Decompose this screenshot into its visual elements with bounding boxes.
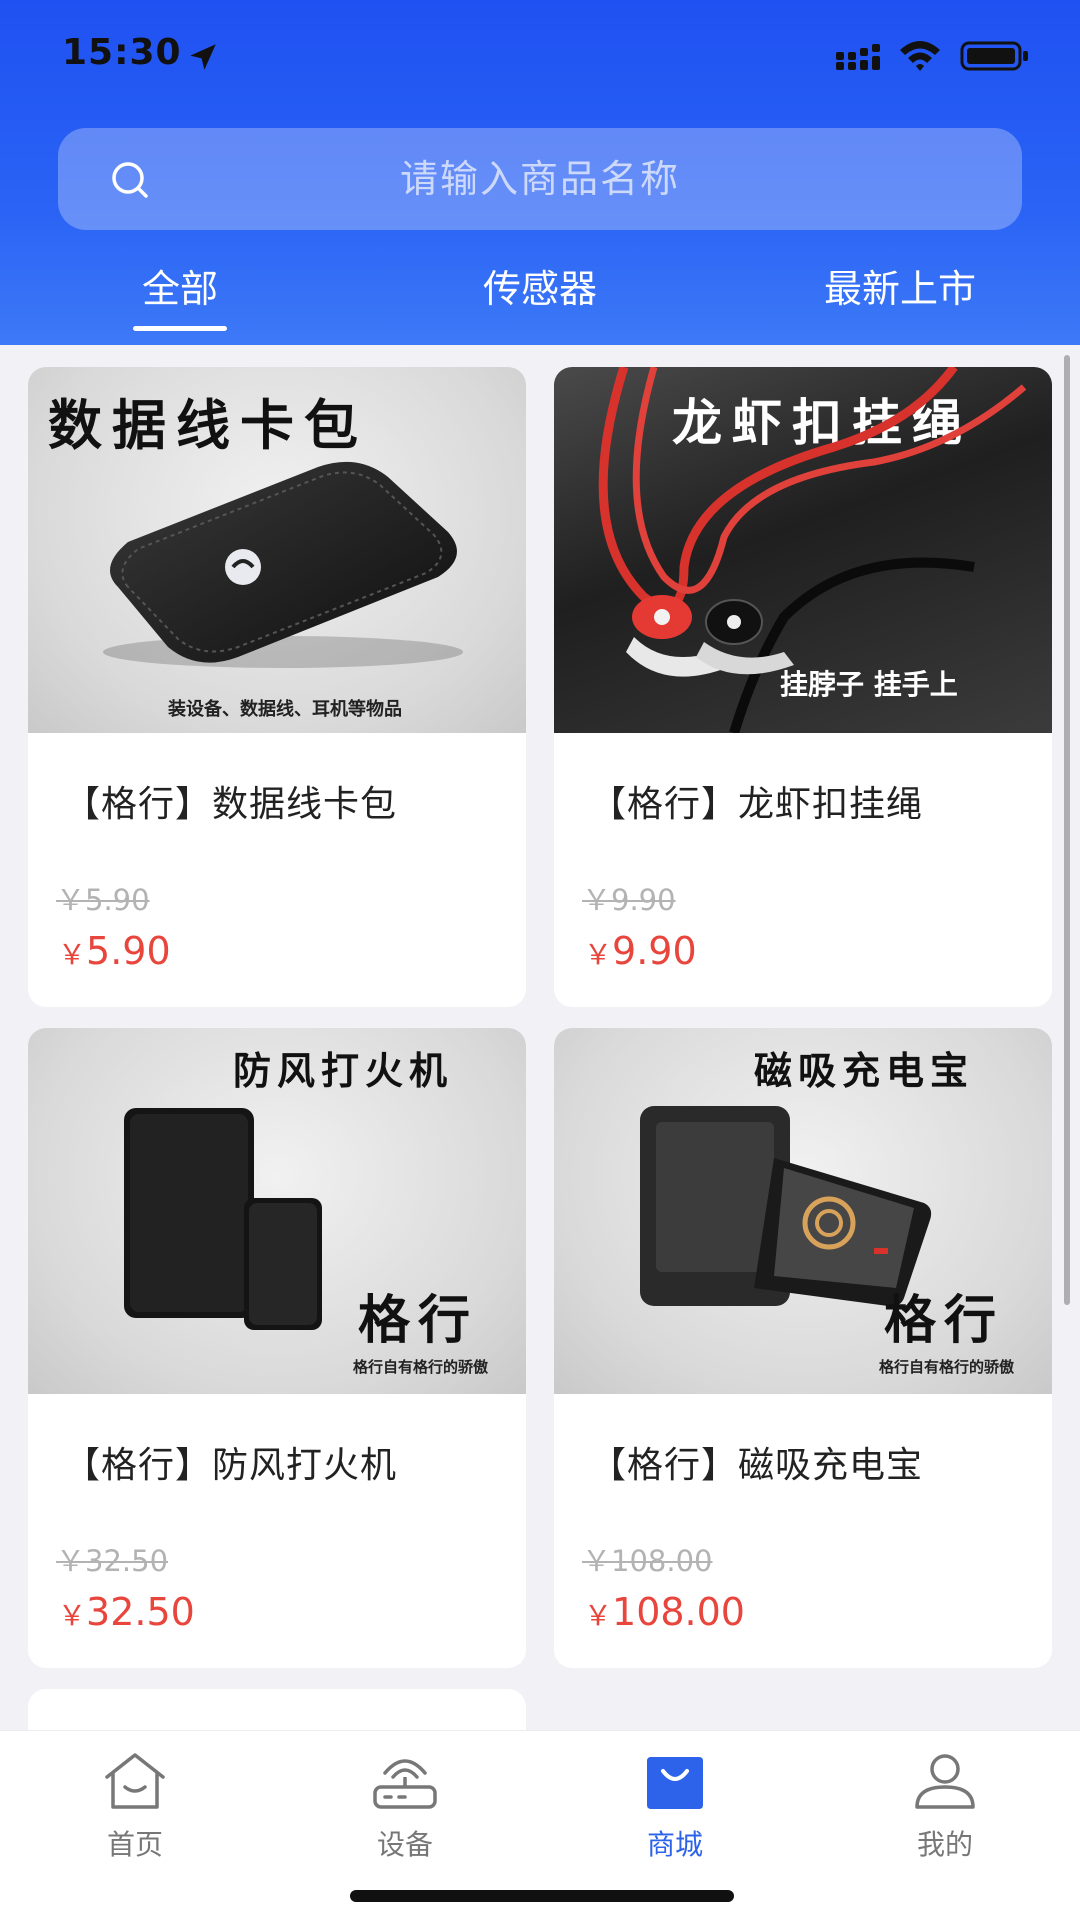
product-image-title: 磁吸充电宝: [754, 1048, 975, 1093]
nav-mall[interactable]: 商城: [600, 1731, 750, 1861]
product-image-caption: 装设备、数据线、耳机等物品: [168, 699, 402, 720]
current-price: ￥108.00: [584, 1590, 745, 1634]
nav-profile[interactable]: 我的: [870, 1731, 1020, 1861]
product-image: 龙虾扣挂绳 挂脖子 挂手上: [554, 367, 1052, 733]
original-price: ￥9.90: [582, 883, 676, 917]
status-time: 15:30: [62, 32, 182, 73]
user-icon: [915, 1754, 975, 1809]
product-grid: 数据线卡包 装设备、数据线、耳机等物品 【格行】数据线卡包 ￥5.90 ￥5.9…: [0, 345, 1080, 1730]
product-card[interactable]: 磁吸充电宝 格行 格行自有格行的骄傲 【格行】磁吸充电宝 ￥108.00 ￥10…: [554, 1028, 1052, 1668]
product-name: 【格行】防风打火机: [64, 1445, 398, 1486]
nav-label: 首页: [106, 1828, 163, 1861]
search-input[interactable]: [58, 128, 1022, 230]
nav-devices[interactable]: 设备: [330, 1731, 480, 1861]
header: 15:30 全部: [0, 0, 1080, 345]
current-price: ￥32.50: [58, 1590, 195, 1634]
battery-icon: [960, 41, 1028, 71]
category-tabs: 全部 传感器 最新上市: [0, 258, 1080, 338]
search-box[interactable]: [58, 128, 1022, 230]
original-price: ￥5.90: [56, 883, 150, 917]
scrollbar[interactable]: [1064, 355, 1070, 1305]
product-image-caption: 格行自有格行的骄傲: [353, 1358, 489, 1376]
product-card[interactable]: 数据线卡包 装设备、数据线、耳机等物品 【格行】数据线卡包 ￥5.90 ￥5.9…: [28, 367, 526, 1007]
nav-label: 商城: [646, 1828, 703, 1861]
home-indicator[interactable]: [350, 1890, 734, 1902]
product-card[interactable]: 龙虾扣挂绳 挂脖子 挂手上 【格行】龙虾扣挂绳 ￥9.90 ￥9.90: [554, 367, 1052, 1007]
product-image: 数据线卡包 装设备、数据线、耳机等物品: [28, 367, 526, 733]
nav-label: 设备: [376, 1828, 433, 1861]
product-name: 【格行】磁吸充电宝: [590, 1445, 924, 1486]
lighter-image: [124, 1108, 322, 1330]
product-image-caption: 格行自有格行的骄傲: [879, 1358, 1015, 1376]
product-image-title: 防风打火机: [233, 1048, 454, 1093]
status-bar: 15:30: [0, 0, 1080, 110]
home-icon: [105, 1753, 165, 1809]
location-arrow-icon: [190, 44, 216, 70]
product-card[interactable]: [28, 1689, 526, 1730]
current-price: ￥9.90: [584, 929, 697, 973]
nav-home[interactable]: 首页: [60, 1731, 210, 1861]
product-name: 【格行】龙虾扣挂绳: [590, 784, 924, 825]
shopping-bag-icon: [647, 1757, 703, 1809]
tab-sensors[interactable]: 传感器: [470, 258, 610, 332]
router-icon: [373, 1759, 437, 1809]
original-price: ￥108.00: [582, 1544, 713, 1578]
tab-all[interactable]: 全部: [120, 258, 240, 332]
product-image-brand: 格行: [358, 1290, 479, 1351]
product-image-caption: 挂脖子 挂手上: [780, 668, 958, 701]
product-card[interactable]: 防风打火机 格行 格行自有格行的骄傲 【格行】防风打火机 ￥32.50 ￥32.…: [28, 1028, 526, 1668]
current-price: ￥5.90: [58, 929, 171, 973]
product-name: 【格行】数据线卡包: [64, 784, 398, 825]
product-image: 磁吸充电宝 格行 格行自有格行的骄傲: [554, 1028, 1052, 1394]
cellular-signal-icon: [836, 44, 880, 70]
card-case-image: [103, 461, 463, 668]
original-price: ￥32.50: [56, 1544, 169, 1578]
tab-new-arrivals[interactable]: 最新上市: [815, 258, 985, 332]
product-image-brand: 格行: [884, 1290, 1005, 1351]
nav-label: 我的: [916, 1828, 973, 1861]
wifi-icon: [900, 41, 940, 71]
product-image: 防风打火机 格行 格行自有格行的骄傲: [28, 1028, 526, 1394]
active-tab-indicator: [133, 326, 227, 331]
